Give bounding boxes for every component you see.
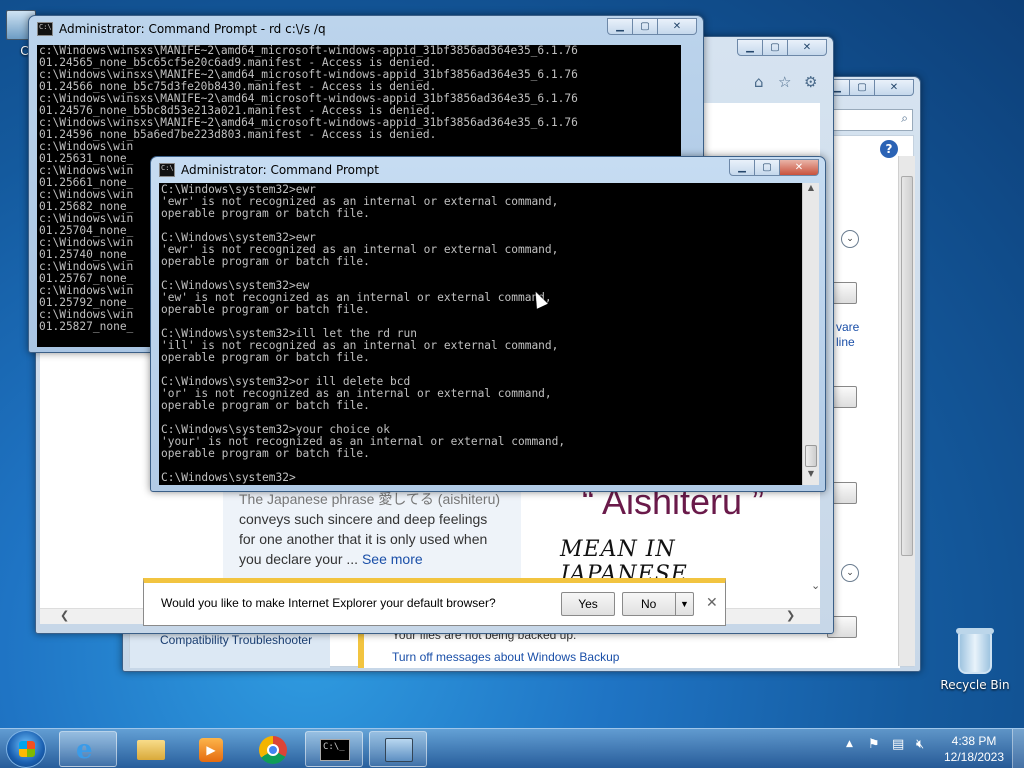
console-line: operable program or batch file. [161, 207, 370, 220]
taskbar: e ▶ C:\_ ▲ ⚑ ▤ 🔇︎ 4:38 PM 12/18/2023 [0, 728, 1024, 768]
see-more-link[interactable]: See more [362, 551, 423, 567]
article-line-2: conveys such sincere and deep feelings [239, 511, 488, 527]
recycle-bin-label: Recycle Bin [940, 678, 1010, 692]
close-button[interactable]: ✕ [657, 18, 697, 35]
no-dropdown-chevron-icon[interactable]: ▼ [675, 593, 693, 615]
cmd-icon [159, 163, 175, 177]
cmd-rd-titlebar[interactable]: Administrator: Command Prompt - rd c:\/s… [29, 16, 703, 42]
chrome-icon [259, 736, 287, 764]
article-line-4-text: you declare your ... [239, 551, 359, 567]
minimize-button[interactable]: ▁ [607, 18, 633, 35]
no-button-label: No [641, 597, 657, 611]
show-hidden-icons-icon[interactable]: ▲ [846, 739, 853, 749]
action-center-window-controls: ▁ ▢ ✕ [824, 79, 914, 96]
start-button[interactable] [6, 730, 46, 768]
clock-date: 12/18/2023 [943, 750, 1005, 764]
internet-explorer-icon: e [76, 735, 93, 765]
network-icon[interactable]: ▤ [892, 737, 904, 752]
taskbar-action-center[interactable] [369, 731, 427, 767]
article-line-3: for one another that it is only used whe… [239, 531, 488, 547]
volume-muted-icon[interactable]: 🔇︎ [916, 737, 924, 752]
console-line: operable program or batch file. [161, 447, 370, 460]
console-line: c:\Windows\win [39, 140, 134, 153]
command-prompt-icon: C:\_ [320, 739, 350, 761]
cmd-rd-window-controls: ▁ ▢ ✕ [607, 18, 697, 35]
taskbar-command-prompt[interactable]: C:\_ [305, 731, 363, 767]
maximize-button[interactable]: ▢ [754, 159, 780, 176]
cmd-active-window-controls: ▁ ▢ ✕ [729, 159, 819, 176]
notification-text: Would you like to make Internet Explorer… [161, 596, 496, 610]
clock[interactable]: 4:38 PM 12/18/2023 [938, 733, 1010, 765]
update-link-1[interactable]: vare [836, 320, 859, 334]
yes-button[interactable]: Yes [561, 592, 615, 616]
article-snippet: The Japanese phrase 愛してる (aishiteru) con… [239, 489, 529, 569]
home-icon[interactable]: ⌂ [754, 73, 764, 91]
cmd-active-console-output[interactable]: C:\Windows\system32>ewr'ewr' is not reco… [159, 183, 802, 485]
taskbar-internet-explorer[interactable]: e [59, 731, 117, 767]
cmd-active-scrollbar[interactable]: ▲ ▼ [802, 183, 819, 485]
scroll-up-arrow-icon[interactable]: ▲ [803, 183, 819, 199]
ie-window-controls: ▁ ▢ ✕ [737, 39, 827, 56]
cmd-window-active[interactable]: Administrator: Command Prompt ▁ ▢ ✕ C:\W… [150, 156, 826, 492]
close-button[interactable]: ✕ [779, 159, 819, 176]
recycle-bin-icon [956, 628, 994, 674]
compat-troubleshooter-link[interactable]: Compatibility Troubleshooter [160, 633, 312, 647]
media-player-icon: ▶ [199, 738, 223, 762]
update-link-2[interactable]: line [836, 335, 855, 349]
console-line: 01.24596_none_b5a6ed7be223d803.manifest … [39, 128, 437, 141]
close-button[interactable]: ✕ [874, 79, 914, 96]
console-line: operable program or batch file. [161, 303, 370, 316]
minimize-button[interactable]: ▁ [729, 159, 755, 176]
scroll-right-arrow-icon[interactable]: ❯ [786, 609, 795, 622]
scroll-down-arrow-icon[interactable]: ▼ [803, 469, 819, 485]
action-center-icon [385, 738, 413, 762]
no-button[interactable]: No ▼ [622, 592, 694, 616]
show-desktop-button[interactable] [1012, 729, 1024, 768]
close-button[interactable]: ✕ [787, 39, 827, 56]
notification-close-icon[interactable]: ✕ [706, 595, 718, 611]
system-tray: ▲ ⚑ ▤ 🔇︎ [840, 737, 940, 761]
turn-off-backup-link[interactable]: Turn off messages about Windows Backup [392, 650, 619, 664]
cmd-rd-title: Administrator: Command Prompt - rd c:\/s… [59, 22, 326, 36]
expand-chevron-2[interactable]: ⌄ [841, 564, 859, 582]
cmd-active-titlebar[interactable]: Administrator: Command Prompt [151, 157, 825, 183]
console-line: operable program or batch file. [161, 399, 370, 412]
console-line: operable program or batch file. [161, 255, 370, 268]
article-line-4: you declare your ... See more [239, 549, 529, 569]
windows-logo-icon [19, 741, 35, 757]
console-line: C:\Windows\system32> [161, 471, 296, 484]
cmd-active-title: Administrator: Command Prompt [181, 163, 379, 177]
scroll-thumb[interactable] [805, 445, 817, 467]
help-icon[interactable]: ? [880, 140, 898, 158]
favorites-star-icon[interactable]: ☆ [778, 73, 791, 91]
maximize-button[interactable]: ▢ [849, 79, 875, 96]
folder-icon [137, 740, 165, 760]
action-center-flag-icon[interactable]: ⚑ [868, 737, 880, 752]
taskbar-media-player[interactable]: ▶ [181, 731, 239, 767]
maximize-button[interactable]: ▢ [762, 39, 788, 56]
action-center-scrollbar[interactable] [898, 156, 915, 666]
search-icon: ⌕ [901, 111, 908, 125]
expand-chevron-1[interactable]: ⌄ [841, 230, 859, 248]
taskbar-file-explorer[interactable] [121, 731, 179, 767]
tools-gear-icon[interactable]: ⚙ [804, 73, 817, 91]
ie-scroll-down-icon[interactable]: ⌄ [811, 579, 820, 592]
cmd-icon [37, 22, 53, 36]
search-box[interactable]: ⌕ [829, 109, 913, 131]
scroll-left-arrow-icon[interactable]: ❮ [60, 609, 69, 622]
taskbar-chrome[interactable] [245, 731, 303, 767]
default-browser-notification: Would you like to make Internet Explorer… [143, 578, 726, 626]
minimize-button[interactable]: ▁ [737, 39, 763, 56]
recycle-bin-desktop-icon[interactable]: Recycle Bin [940, 628, 1010, 692]
maximize-button[interactable]: ▢ [632, 18, 658, 35]
ie-toolbar-icons: ⌂ ☆ ⚙ [748, 73, 830, 95]
clock-time: 4:38 PM [951, 734, 997, 748]
article-line-1: The Japanese phrase 愛してる (aishiteru) [239, 491, 501, 507]
console-line: operable program or batch file. [161, 351, 370, 364]
scroll-thumb[interactable] [901, 176, 913, 556]
